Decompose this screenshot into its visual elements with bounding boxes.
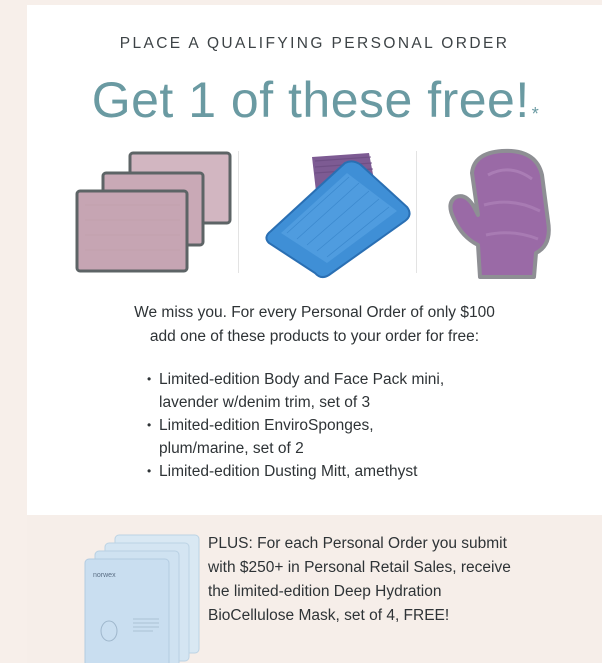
promo-headline: Get 1 of these free! * (27, 67, 602, 133)
headline-asterisk: * (531, 104, 540, 124)
mask-brand-text: norwex (93, 572, 116, 579)
mask-package-icon: norwex (84, 534, 200, 663)
list-item-line: plum/marine, set of 2 (159, 440, 304, 457)
plus-line-1: PLUS: For each Personal Order you submit (208, 535, 507, 552)
list-item-line: Limited-edition EnviroSponges, (159, 417, 374, 434)
headline-text: Get 1 of these free! (91, 72, 530, 128)
promo-card: PLACE A QUALIFYING PERSONAL ORDER Get 1 … (27, 5, 602, 663)
list-item-line: lavender w/denim trim, set of 3 (159, 394, 371, 411)
product-list: Limited-edition Body and Face Pack mini,… (147, 368, 567, 483)
plus-line-4: BioCellulose Mask, set of 4, FREE! (208, 607, 450, 624)
mitt-icon (448, 148, 551, 279)
list-item: Limited-edition Dusting Mitt, amethyst (147, 460, 567, 483)
promo-intro: We miss you. For every Personal Order of… (27, 301, 602, 349)
intro-line-1: We miss you. For every Personal Order of… (134, 304, 495, 321)
list-item-line: Limited-edition Dusting Mitt, amethyst (159, 463, 418, 480)
list-item-line: Limited-edition Body and Face Pack mini, (159, 371, 445, 388)
promo-eyebrow: PLACE A QUALIFYING PERSONAL ORDER (119, 35, 510, 52)
product-divider (416, 151, 417, 273)
product-divider (238, 151, 239, 273)
plus-line-2: with $250+ in Personal Retail Sales, rec… (208, 559, 511, 576)
list-item: Limited-edition Body and Face Pack mini,… (147, 368, 567, 414)
list-item: Limited-edition EnviroSponges, plum/mari… (147, 414, 567, 460)
cloth-stack-icon (75, 151, 232, 273)
sponge-icon (265, 153, 411, 279)
plus-offer-text: PLUS: For each Personal Order you submit… (208, 532, 588, 628)
intro-line-2: add one of these products to your order … (149, 328, 480, 345)
plus-line-3: the limited-edition Deep Hydration (208, 583, 442, 600)
